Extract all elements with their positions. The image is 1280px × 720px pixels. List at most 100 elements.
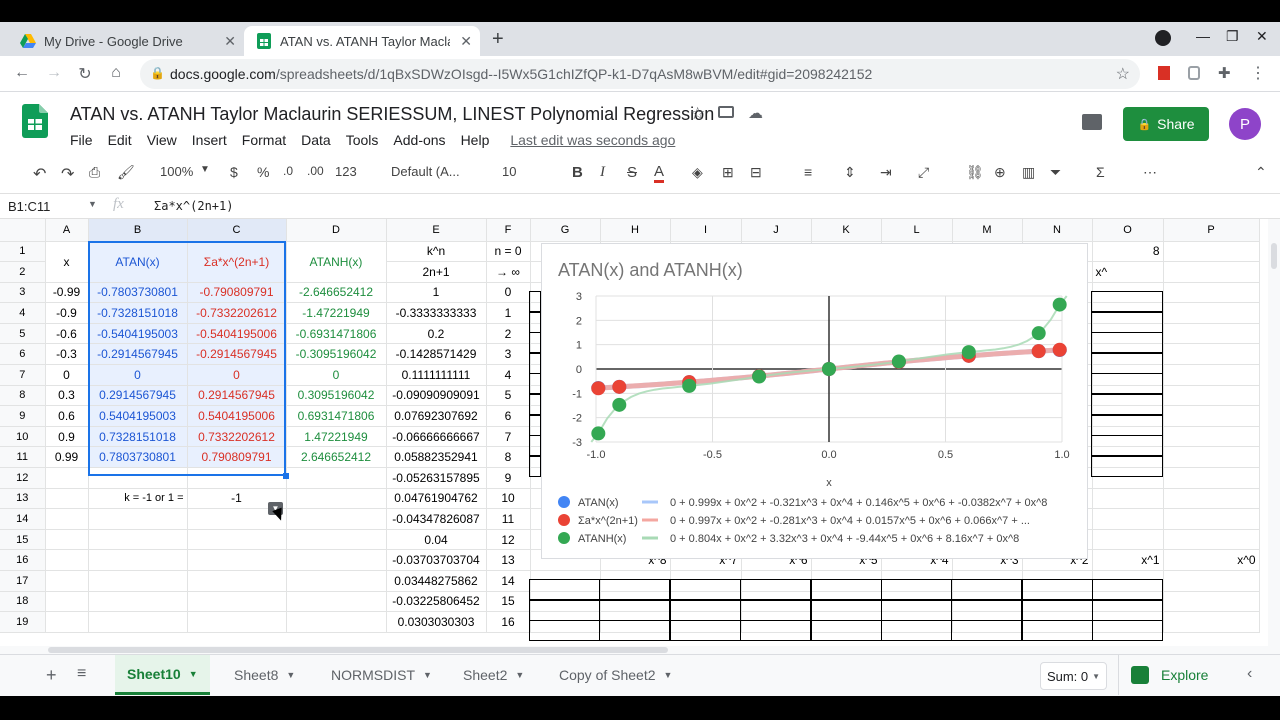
cell-series[interactable]: 0.5404195006 bbox=[187, 405, 287, 427]
cell-n[interactable]: 8 bbox=[486, 446, 531, 469]
cell-n[interactable]: 7 bbox=[486, 426, 531, 448]
row-header[interactable]: 10 bbox=[0, 426, 46, 448]
vertical-scrollbar[interactable] bbox=[1268, 219, 1280, 646]
cell-atan[interactable]: 0 bbox=[88, 364, 188, 386]
cell[interactable] bbox=[1092, 446, 1164, 469]
cell[interactable] bbox=[530, 570, 601, 592]
account-avatar[interactable]: P bbox=[1229, 108, 1261, 140]
cell[interactable] bbox=[1022, 570, 1093, 592]
cell[interactable] bbox=[1092, 282, 1164, 304]
cell-atan[interactable]: 0.2914567945 bbox=[88, 385, 188, 407]
cell[interactable] bbox=[811, 570, 882, 592]
cell[interactable] bbox=[1092, 611, 1164, 633]
explore-button[interactable]: Explore bbox=[1118, 655, 1228, 695]
header-f-top[interactable]: n = 0 bbox=[486, 241, 531, 263]
forward-icon[interactable]: → bbox=[44, 64, 64, 82]
menu-view[interactable]: View bbox=[147, 132, 177, 148]
cell-coefficient[interactable]: 0.04761904762 bbox=[386, 488, 487, 510]
row-header[interactable]: 5 bbox=[0, 323, 46, 345]
cell[interactable] bbox=[1163, 343, 1260, 366]
cell-atanh[interactable]: 2.646652412 bbox=[286, 446, 387, 469]
column-header-j[interactable]: J bbox=[741, 219, 812, 242]
cell-o1[interactable]: 8 bbox=[1092, 241, 1164, 263]
cell[interactable] bbox=[1163, 570, 1260, 592]
cell[interactable] bbox=[1022, 591, 1093, 613]
extensions-puzzle-icon[interactable]: ✚ bbox=[1218, 64, 1231, 82]
cell-coefficient[interactable]: 0.1111111111 bbox=[386, 364, 487, 386]
cell[interactable] bbox=[670, 611, 742, 633]
cell-n[interactable]: 1 bbox=[486, 302, 531, 324]
sum-indicator[interactable]: Sum: 0 ▼ bbox=[1040, 662, 1107, 690]
cell-x[interactable]: 0.6 bbox=[45, 405, 89, 427]
cell-x[interactable]: 0.3 bbox=[45, 385, 89, 407]
cell-n[interactable]: 13 bbox=[486, 549, 531, 571]
cell-n[interactable]: 0 bbox=[486, 282, 531, 304]
cell-atan[interactable]: -0.7328151018 bbox=[88, 302, 188, 324]
more-formats-button[interactable]: 123 bbox=[335, 164, 357, 179]
print-icon[interactable]: ⎙ bbox=[89, 164, 100, 181]
cell-atanh[interactable]: 0.6931471806 bbox=[286, 405, 387, 427]
cell-coefficient[interactable]: 0.04 bbox=[386, 529, 487, 551]
cell-n[interactable]: 16 bbox=[486, 611, 531, 633]
cell-n[interactable]: 4 bbox=[486, 364, 531, 386]
horizontal-scrollbar[interactable] bbox=[0, 646, 1280, 654]
cell-atanh[interactable]: -0.3095196042 bbox=[286, 343, 387, 366]
cell-series[interactable]: -0.7332202612 bbox=[187, 302, 287, 324]
cell-atan[interactable]: 0.7328151018 bbox=[88, 426, 188, 448]
insert-comment-icon[interactable]: ⊕ bbox=[994, 164, 1006, 181]
scrollbar-thumb[interactable] bbox=[48, 647, 668, 653]
cell[interactable] bbox=[45, 529, 89, 551]
font-size-select[interactable]: 10 bbox=[502, 164, 516, 179]
new-tab-icon[interactable]: + bbox=[492, 28, 504, 51]
menu-edit[interactable]: Edit bbox=[108, 132, 132, 148]
functions-icon[interactable]: Σ bbox=[1096, 164, 1105, 180]
fill-handle[interactable] bbox=[283, 473, 289, 479]
cloud-status-icon[interactable]: ☁ bbox=[748, 104, 763, 122]
cell[interactable] bbox=[1092, 467, 1164, 489]
column-header-l[interactable]: L bbox=[881, 219, 953, 242]
cell-atan[interactable]: -0.2914567945 bbox=[88, 343, 188, 366]
cell[interactable] bbox=[1092, 591, 1164, 613]
insert-chart-icon[interactable]: ▥ bbox=[1022, 164, 1035, 181]
cell-x[interactable]: 0 bbox=[45, 364, 89, 386]
cell[interactable] bbox=[670, 570, 742, 592]
profile-menu-icon[interactable] bbox=[1155, 30, 1171, 46]
cell[interactable] bbox=[286, 570, 387, 592]
cell-n[interactable]: 3 bbox=[486, 343, 531, 366]
cell[interactable] bbox=[1163, 611, 1260, 633]
power-header[interactable]: x^1 bbox=[1092, 549, 1164, 571]
cell-coefficient[interactable]: 0.07692307692 bbox=[386, 405, 487, 427]
cell[interactable] bbox=[286, 529, 387, 551]
cell-atan[interactable]: 0.7803730801 bbox=[88, 446, 188, 469]
browser-tab-sheets[interactable]: ATAN vs. ATANH Taylor Maclaurin ✕ bbox=[244, 26, 480, 56]
address-bar[interactable]: 🔒 docs.google.com/spreadsheets/d/1qBxSDW… bbox=[140, 59, 1140, 89]
cell-coefficient[interactable]: -0.05263157895 bbox=[386, 467, 487, 489]
cell[interactable] bbox=[1163, 282, 1260, 304]
cell-n[interactable]: 2 bbox=[486, 323, 531, 345]
cell[interactable] bbox=[811, 591, 882, 613]
cell[interactable] bbox=[45, 508, 89, 530]
cell[interactable] bbox=[952, 591, 1023, 613]
add-sheet-icon[interactable]: + bbox=[46, 665, 57, 686]
undo-icon[interactable]: ↶ bbox=[33, 164, 46, 184]
cell-series[interactable]: 0.7332202612 bbox=[187, 426, 287, 448]
cell[interactable] bbox=[1163, 508, 1260, 530]
cell-coefficient[interactable]: 0.2 bbox=[386, 323, 487, 345]
cell[interactable] bbox=[88, 508, 188, 530]
cell-atan[interactable]: -0.5404195003 bbox=[88, 323, 188, 345]
cell[interactable] bbox=[88, 611, 188, 633]
cell[interactable] bbox=[600, 591, 671, 613]
cell-series[interactable]: -0.5404195006 bbox=[187, 323, 287, 345]
cell[interactable] bbox=[286, 467, 387, 489]
row-header[interactable]: 6 bbox=[0, 343, 46, 366]
cell-n[interactable]: 14 bbox=[486, 570, 531, 592]
row-header[interactable]: 13 bbox=[0, 488, 46, 510]
currency-format-button[interactable]: $ bbox=[230, 164, 238, 180]
cell[interactable] bbox=[1163, 405, 1260, 427]
header-e-bot[interactable]: 2n+1 bbox=[386, 261, 487, 283]
cell[interactable] bbox=[881, 591, 953, 613]
text-wrap-icon[interactable]: ⇥ bbox=[880, 164, 892, 181]
cell[interactable] bbox=[530, 591, 601, 613]
bold-button[interactable]: B bbox=[572, 164, 583, 181]
formula-input[interactable]: Σa*x^(2n+1) bbox=[154, 199, 233, 213]
